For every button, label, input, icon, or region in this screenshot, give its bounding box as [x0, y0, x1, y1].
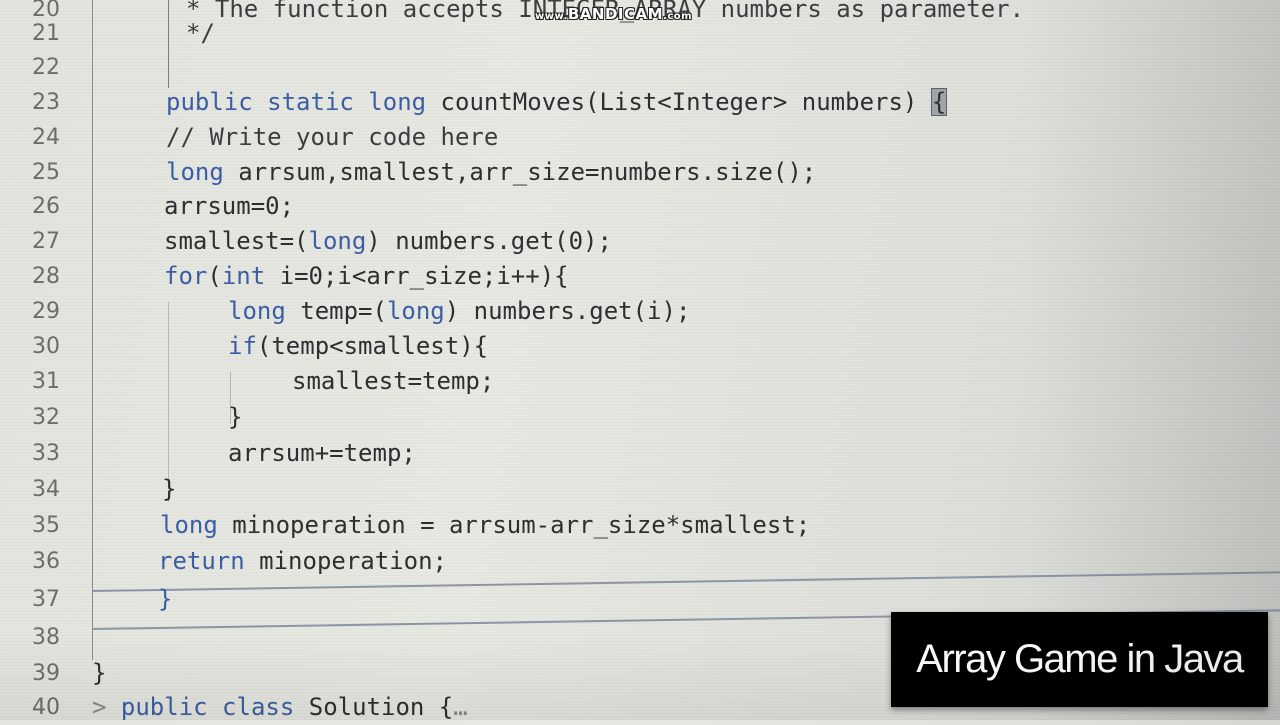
code-text[interactable]: if(temp<smallest){: [228, 329, 488, 364]
code-token: (: [207, 262, 222, 290]
code-text[interactable]: long temp=(long) numbers.get(i);: [228, 294, 690, 329]
code-text[interactable]: long arrsum,smallest,arr_size=numbers.si…: [166, 155, 816, 190]
code-line[interactable]: 30 if(temp<smallest){: [0, 329, 1280, 364]
code-token: arrsum=0;: [164, 192, 295, 220]
code-fold-marker[interactable]: >: [92, 693, 121, 721]
code-line[interactable]: 29 long temp=(long) numbers.get(i);: [0, 294, 1280, 329]
line-number: 38: [32, 625, 60, 650]
line-number: 32: [32, 405, 60, 430]
keyword-token: long: [386, 297, 445, 325]
watermark-brand: BANDICAM: [567, 5, 664, 23]
code-token: minoperation;: [244, 547, 447, 575]
code-line[interactable]: 33 arrsum+=temp;: [0, 436, 1280, 471]
code-token: smallest=temp;: [292, 367, 495, 395]
line-number: 30: [32, 334, 60, 359]
keyword-token: long: [160, 511, 218, 539]
code-line[interactable]: 35 long minoperation = arrsum-arr_size*sm…: [0, 508, 1280, 543]
code-line[interactable]: 24 // Write your code here: [0, 120, 1280, 155]
line-number: 23: [32, 90, 60, 115]
code-line[interactable]: 23 public static long countMoves(List<Int…: [0, 85, 1280, 120]
code-token: arrsum,smallest,arr_size=numbers.size();: [223, 158, 817, 186]
line-number: 27: [32, 229, 60, 254]
keyword-token: return: [158, 547, 245, 575]
line-number: 21: [32, 21, 60, 46]
matched-bracket-highlight: {: [930, 88, 948, 116]
line-number: 39: [32, 661, 60, 686]
video-title-text: Array Game in Java: [916, 637, 1244, 681]
code-text[interactable]: }: [158, 582, 172, 617]
code-token: }: [162, 475, 177, 503]
keyword-token: long: [228, 297, 286, 325]
code-text[interactable]: // Write your code here: [166, 120, 498, 155]
line-number: 22: [32, 55, 60, 80]
code-text[interactable]: }: [162, 472, 176, 507]
keyword-token: public static long: [166, 88, 427, 116]
code-token: (temp<smallest){: [256, 332, 489, 360]
code-line[interactable]: 25 long arrsum,smallest,arr_size=numbers.…: [0, 155, 1280, 190]
code-line[interactable]: 28 for(int i=0;i<arr_size;i++){: [0, 259, 1280, 294]
keyword-token: long: [308, 227, 367, 255]
watermark-prefix: www.: [535, 11, 568, 22]
code-line[interactable]: 32}: [0, 400, 1280, 435]
line-number: 34: [32, 477, 60, 502]
comment-token: // Write your code here: [166, 123, 499, 151]
line-number: 31: [32, 369, 60, 394]
code-text[interactable]: }: [228, 400, 242, 435]
line-number: 24: [32, 125, 60, 150]
line-number: 33: [32, 441, 60, 466]
keyword-token: }: [158, 585, 173, 613]
code-token: Solution {: [294, 693, 454, 721]
code-token: }: [228, 403, 243, 431]
code-token: arrsum+=temp;: [228, 439, 416, 467]
code-text[interactable]: smallest=(long) numbers.get(0);: [164, 224, 612, 259]
code-line[interactable]: 27 smallest=(long) numbers.get(0);: [0, 224, 1280, 259]
code-line[interactable]: 22: [0, 50, 1280, 85]
code-text[interactable]: arrsum+=temp;: [228, 436, 416, 471]
code-token: i=0;i<arr_size;i++){: [265, 262, 569, 290]
code-text[interactable]: for(int i=0;i<arr_size;i++){: [164, 259, 569, 294]
bandicam-watermark: www.BANDICAM.com: [535, 5, 692, 23]
comment-token: */: [186, 19, 215, 47]
code-text[interactable]: }: [92, 656, 106, 691]
keyword-token: long: [166, 158, 224, 186]
watermark-suffix: .com: [663, 11, 693, 22]
code-token: ) numbers.get(0);: [366, 227, 612, 255]
line-number: 25: [32, 160, 60, 185]
code-line[interactable]: 36 return minoperation;: [0, 544, 1280, 579]
keyword-token: int: [221, 262, 266, 290]
line-number: 37: [32, 587, 60, 612]
code-text[interactable]: */: [186, 16, 215, 51]
code-text[interactable]: return minoperation;: [158, 544, 447, 579]
code-text[interactable]: long minoperation = arrsum-arr_size*smal…: [160, 508, 810, 543]
code-line[interactable]: 26 arrsum=0;: [0, 189, 1280, 224]
code-line[interactable]: 31 smallest=temp;: [0, 364, 1280, 399]
line-number: 26: [32, 194, 60, 219]
code-line[interactable]: 34}: [0, 472, 1280, 507]
code-text[interactable]: arrsum=0;: [164, 189, 294, 224]
line-number: 29: [32, 299, 60, 324]
video-title-card: Array Game in Java: [891, 612, 1268, 707]
code-token: temp=(: [285, 297, 387, 325]
code-token: }: [92, 659, 107, 687]
code-token: minoperation = arrsum-arr_size*smallest;: [217, 511, 811, 539]
code-fold-marker[interactable]: …: [453, 693, 467, 721]
keyword-token: public class: [120, 693, 295, 721]
keyword-token: for: [164, 262, 208, 290]
code-text[interactable]: public static long countMoves(List<Integ…: [166, 85, 948, 120]
line-number: 35: [32, 513, 60, 538]
line-number: 36: [32, 549, 60, 574]
code-token: countMoves(List<Integer> numbers): [426, 88, 932, 116]
code-text[interactable]: smallest=temp;: [292, 364, 494, 399]
code-token: smallest=(: [164, 227, 309, 255]
code-token: ) numbers.get(i);: [444, 297, 691, 325]
line-number: 28: [32, 264, 60, 289]
keyword-token: if: [228, 332, 257, 360]
